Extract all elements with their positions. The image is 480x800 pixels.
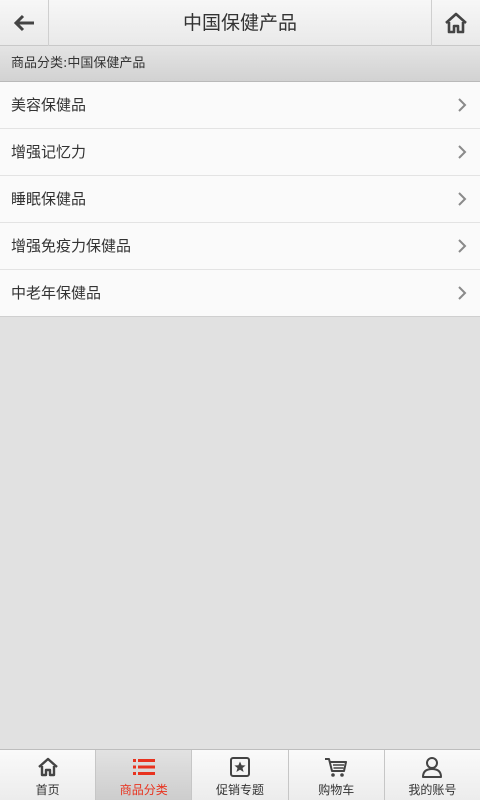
chevron-right-icon — [458, 98, 467, 112]
list-item-label: 增强记忆力 — [11, 143, 87, 161]
home-button[interactable] — [431, 0, 480, 46]
list-item-label: 美容保健品 — [11, 96, 87, 114]
category-list: 美容保健品 增强记忆力 睡眠保健品 增强免疫力保健品 中老年保健品 — [0, 82, 480, 317]
tab-promotions[interactable]: 促销专题 — [192, 750, 289, 800]
list-item[interactable]: 增强记忆力 — [0, 129, 480, 176]
bottom-tab-bar: 首页 商品分类 促销专题 购物车 我的账号 — [0, 749, 480, 800]
tab-label: 促销专题 — [216, 783, 265, 797]
tab-label: 商品分类 — [119, 783, 168, 797]
list-item-label: 中老年保健品 — [11, 284, 102, 302]
chevron-right-icon — [458, 286, 467, 300]
home-icon — [37, 757, 58, 777]
chevron-right-icon — [458, 239, 467, 253]
tab-cart[interactable]: 购物车 — [289, 750, 385, 800]
top-bar: 中国保健产品 — [0, 0, 480, 46]
star-badge-icon — [230, 757, 250, 777]
home-icon — [445, 12, 467, 34]
tab-categories[interactable]: 商品分类 — [96, 750, 193, 800]
list-icon — [132, 759, 155, 775]
tab-label: 首页 — [35, 783, 60, 797]
list-item[interactable]: 美容保健品 — [0, 82, 480, 129]
back-button[interactable] — [0, 0, 49, 46]
list-item[interactable]: 增强免疫力保健品 — [0, 223, 480, 270]
chevron-right-icon — [458, 145, 467, 159]
list-item-label: 增强免疫力保健品 — [11, 237, 132, 255]
tab-label: 我的账号 — [408, 783, 457, 797]
list-item[interactable]: 中老年保健品 — [0, 270, 480, 316]
list-item-label: 睡眠保健品 — [11, 190, 87, 208]
tab-home[interactable]: 首页 — [0, 750, 97, 800]
back-arrow-icon — [13, 14, 34, 32]
chevron-right-icon — [458, 192, 467, 206]
user-icon — [422, 757, 443, 778]
tab-label: 购物车 — [318, 783, 355, 797]
cart-icon — [325, 758, 348, 777]
list-item[interactable]: 睡眠保健品 — [0, 176, 480, 223]
breadcrumb: 商品分类:中国保健产品 — [0, 46, 480, 82]
tab-account[interactable]: 我的账号 — [385, 750, 480, 800]
page-title: 中国保健产品 — [182, 12, 297, 34]
